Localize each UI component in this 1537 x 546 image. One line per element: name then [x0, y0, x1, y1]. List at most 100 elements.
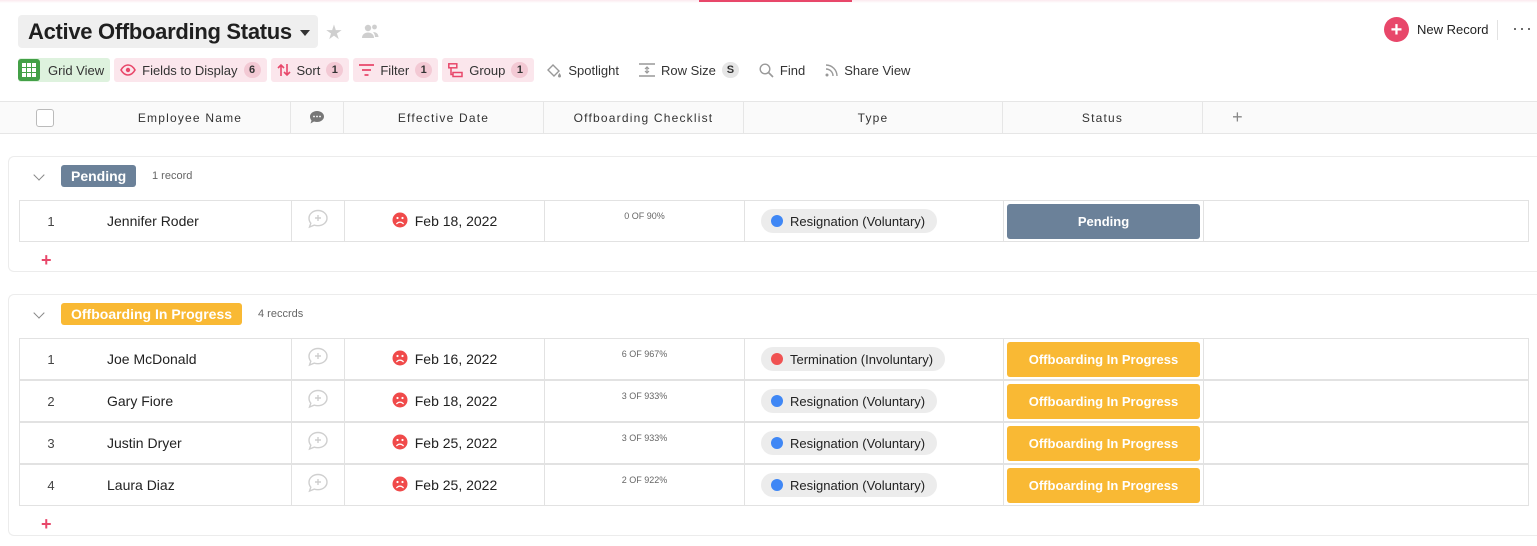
find-label: Find [779, 62, 806, 78]
status-cell[interactable]: Pending [1004, 201, 1204, 241]
page-title: Active Offboarding Status [28, 18, 292, 44]
type-dot-icon [771, 437, 783, 449]
add-comment-button[interactable] [292, 339, 345, 379]
grid-icon [18, 59, 40, 81]
grid-view-label: Grid View [48, 62, 105, 78]
sad-face-icon [392, 212, 408, 231]
more-options-icon[interactable]: ··· [1512, 18, 1533, 39]
sort-icon [276, 63, 291, 77]
employee-name-cell[interactable]: Jennifer Roder [82, 201, 292, 241]
filter-icon [359, 64, 375, 76]
employee-name-cell[interactable]: Gary Fiore [82, 381, 292, 421]
table-row[interactable]: 3 Justin Dryer Feb 25, 2022 3 OF 9 33% Resign… [19, 422, 1529, 464]
status-cell[interactable]: Offboarding In Progress [1004, 339, 1204, 379]
caret-down-icon [299, 30, 310, 36]
checklist-count: 3 OF 9 [621, 433, 650, 443]
star-icon[interactable]: ★ [325, 20, 343, 45]
effective-date-cell[interactable]: Feb 25, 2022 [345, 465, 545, 505]
new-record-button[interactable]: + New Record [1384, 17, 1489, 42]
view-title-dropdown[interactable]: Active Offboarding Status [18, 15, 318, 48]
type-label: Resignation (Voluntary) [790, 477, 926, 493]
active-tab-indicator [699, 0, 852, 2]
select-all-cell[interactable] [0, 102, 90, 133]
people-icon[interactable] [360, 22, 380, 40]
table-row[interactable]: 4 Laura Diaz Feb 25, 2022 2 OF 9 22% Resignat… [19, 464, 1529, 506]
checklist-progress-cell[interactable]: 2 OF 9 22% [545, 465, 745, 505]
status-cell[interactable]: Offboarding In Progress [1004, 423, 1204, 463]
sad-face-icon [392, 392, 408, 411]
filter-label: Filter [380, 62, 410, 78]
filter-count-badge: 1 [415, 62, 433, 78]
column-type[interactable]: Type [744, 102, 1003, 133]
add-row-button[interactable]: + [41, 250, 52, 271]
table-row[interactable]: 1 Joe McDonald Feb 16, 2022 6 OF 9 67% Termin… [19, 338, 1529, 380]
effective-date-cell[interactable]: Feb 18, 2022 [345, 381, 545, 421]
sort-button[interactable]: Sort 1 [270, 58, 350, 82]
effective-date-cell[interactable]: Feb 16, 2022 [345, 339, 545, 379]
sort-label: Sort [296, 62, 321, 78]
add-comment-icon [307, 431, 329, 456]
sad-face-icon [392, 434, 408, 453]
type-cell[interactable]: Resignation (Voluntary) [745, 423, 1004, 463]
add-column-button[interactable]: + [1203, 102, 1273, 133]
row-number: 2 [47, 393, 55, 409]
employee-name-cell[interactable]: Laura Diaz [82, 465, 292, 505]
column-employee-name[interactable]: Employee Name [90, 102, 291, 133]
column-header-row: Employee Name Effective Date Offboarding… [0, 101, 1537, 134]
collapse-chevron-icon[interactable] [33, 169, 45, 181]
column-effective-date[interactable]: Effective Date [344, 102, 544, 133]
record-group: Pending 1 record 1 Jennifer Roder Feb 18, 20… [8, 156, 1537, 272]
spotlight-button[interactable]: Spotlight [538, 58, 627, 82]
checklist-percent: 33% [649, 391, 668, 401]
fields-label: Fields to Display [142, 62, 238, 78]
find-button[interactable]: Find [751, 58, 813, 82]
effective-date-cell[interactable]: Feb 25, 2022 [345, 423, 545, 463]
group-count-badge: 1 [511, 62, 529, 78]
grid-view-button[interactable]: Grid View [18, 58, 111, 82]
checklist-progress-cell[interactable]: 0 OF 9 0% [545, 201, 745, 241]
add-comment-button[interactable] [292, 381, 345, 421]
column-status[interactable]: Status [1003, 102, 1203, 133]
add-comment-icon [307, 209, 329, 234]
type-cell[interactable]: Resignation (Voluntary) [745, 465, 1004, 505]
spotlight-label: Spotlight [568, 62, 619, 78]
effective-date-cell[interactable]: Feb 18, 2022 [345, 201, 545, 241]
checklist-progress-cell[interactable]: 3 OF 9 33% [545, 381, 745, 421]
checklist-progress-cell[interactable]: 6 OF 9 67% [545, 339, 745, 379]
add-comment-button[interactable] [292, 423, 345, 463]
view-toolbar: Grid View Fields to Display 6 Sort 1 Fil… [18, 58, 922, 82]
row-size-button[interactable]: Row Size S [631, 58, 747, 82]
column-offboarding-checklist[interactable]: Offboarding Checklist [544, 102, 744, 133]
eye-icon [120, 64, 137, 76]
checklist-progress-cell[interactable]: 3 OF 9 33% [545, 423, 745, 463]
add-row-button[interactable]: + [41, 514, 52, 535]
employee-name-cell[interactable]: Joe McDonald [82, 339, 292, 379]
comment-icon [310, 111, 324, 124]
type-dot-icon [771, 353, 783, 365]
status-badge: Offboarding In Progress [1007, 383, 1200, 419]
search-icon [759, 62, 774, 78]
table-row[interactable]: 1 Jennifer Roder Feb 18, 2022 0 OF 9 0% Resig… [19, 200, 1529, 242]
filter-button[interactable]: Filter 1 [353, 58, 439, 82]
column-comments[interactable] [291, 102, 344, 133]
checklist-percent: 22% [649, 475, 668, 485]
row-number: 1 [47, 351, 55, 367]
group-button[interactable]: Group 1 [442, 58, 535, 82]
add-comment-button[interactable] [292, 201, 345, 241]
type-cell[interactable]: Termination (Involuntary) [745, 339, 1004, 379]
type-cell[interactable]: Resignation (Voluntary) [745, 381, 1004, 421]
type-cell[interactable]: Resignation (Voluntary) [745, 201, 1004, 241]
type-pill: Resignation (Voluntary) [761, 389, 938, 413]
share-view-button[interactable]: Share View [817, 58, 918, 82]
status-cell[interactable]: Offboarding In Progress [1004, 465, 1204, 505]
table-row[interactable]: 2 Gary Fiore Feb 18, 2022 3 OF 9 33% Resignat… [19, 380, 1529, 422]
select-all-checkbox[interactable] [36, 108, 54, 127]
record-group: Offboarding In Progress 4 reccrds 1 Joe McD… [8, 294, 1537, 536]
type-pill: Resignation (Voluntary) [761, 431, 938, 455]
employee-name-cell[interactable]: Justin Dryer [82, 423, 292, 463]
status-badge: Offboarding In Progress [1007, 341, 1200, 377]
fields-to-display-button[interactable]: Fields to Display 6 [114, 58, 267, 82]
status-cell[interactable]: Offboarding In Progress [1004, 381, 1204, 421]
collapse-chevron-icon[interactable] [33, 307, 45, 319]
add-comment-button[interactable] [292, 465, 345, 505]
